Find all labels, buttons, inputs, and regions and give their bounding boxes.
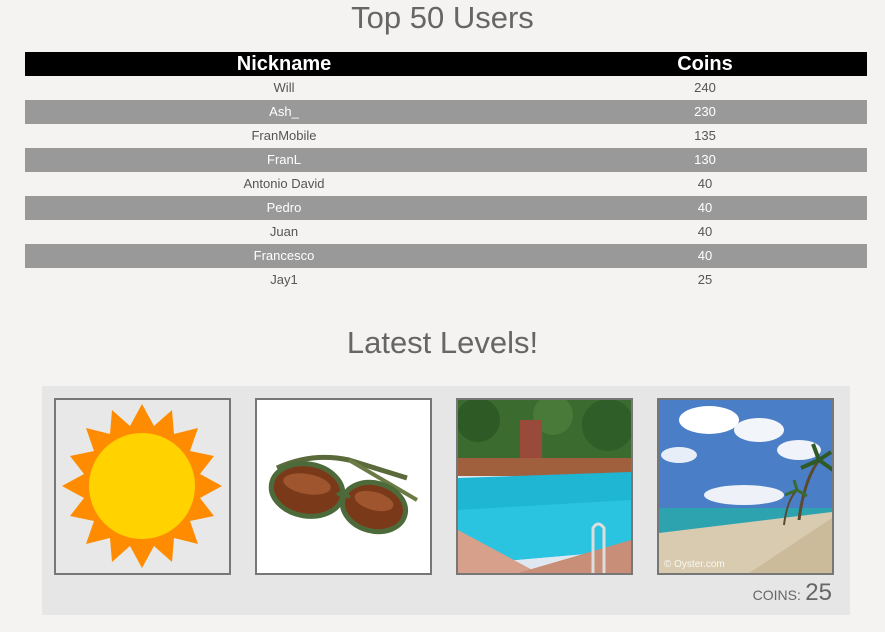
level-thumbnail-pool[interactable] xyxy=(456,398,633,575)
nickname-cell: Ash_ xyxy=(269,104,299,119)
top-users-title: Top 50 Users xyxy=(351,0,534,35)
table-row: Will 240 xyxy=(25,76,867,100)
table-row: FranL 130 xyxy=(25,148,867,172)
table-row: Francesco 40 xyxy=(25,244,867,268)
coins-value: 25 xyxy=(805,579,832,606)
table-row: Juan 40 xyxy=(25,220,867,244)
beach-image xyxy=(659,400,832,573)
nickname-header: Nickname xyxy=(236,53,332,75)
table-row: FranMobile 135 xyxy=(25,124,867,148)
coins-cell: 40 xyxy=(697,176,713,191)
table-row: Jay1 25 xyxy=(25,268,867,292)
nickname-cell: Pedro xyxy=(266,200,302,215)
swimming-pool-image xyxy=(458,400,631,573)
coins-cell: 240 xyxy=(694,80,716,95)
coins-cell: 40 xyxy=(697,224,713,239)
coins-cell: 230 xyxy=(694,104,716,119)
level-coins: COINS: 25 xyxy=(753,579,832,607)
beach-watermark: © Oyster.com xyxy=(664,559,725,570)
coins-cell: 40 xyxy=(697,200,713,215)
level-thumbnail-sunglasses[interactable] xyxy=(255,398,432,575)
nickname-cell: FranL xyxy=(267,152,301,167)
coins-cell: 25 xyxy=(697,272,713,287)
level-thumbnail-beach[interactable]: © Oyster.com xyxy=(657,398,834,575)
nickname-cell: Francesco xyxy=(253,248,315,263)
sun-image xyxy=(56,400,229,573)
coins-cell: 135 xyxy=(694,128,716,143)
nickname-cell: Antonio David xyxy=(243,176,325,191)
coins-cell: 40 xyxy=(697,248,713,263)
table-row: Pedro 40 xyxy=(25,196,867,220)
nickname-cell: FranMobile xyxy=(251,128,317,143)
latest-levels-panel: © Oyster.com COINS: 25 xyxy=(42,386,850,615)
nickname-cell: Juan xyxy=(269,224,299,239)
nickname-cell: Will xyxy=(273,80,295,95)
level-thumbnail-sun[interactable] xyxy=(54,398,231,575)
sunglasses-image xyxy=(257,400,430,573)
latest-levels-title: Latest Levels! xyxy=(346,325,539,360)
coins-header: Coins xyxy=(677,53,733,75)
top-users-table: Nickname Coins Will 240 Ash_ 230 FranMob… xyxy=(25,52,867,292)
table-row: Antonio David 40 xyxy=(25,172,867,196)
coins-cell: 130 xyxy=(694,152,716,167)
table-header: Nickname Coins xyxy=(25,52,867,76)
coins-label: COINS: xyxy=(752,587,801,603)
nickname-cell: Jay1 xyxy=(270,272,298,287)
table-row: Ash_ 230 xyxy=(25,100,867,124)
